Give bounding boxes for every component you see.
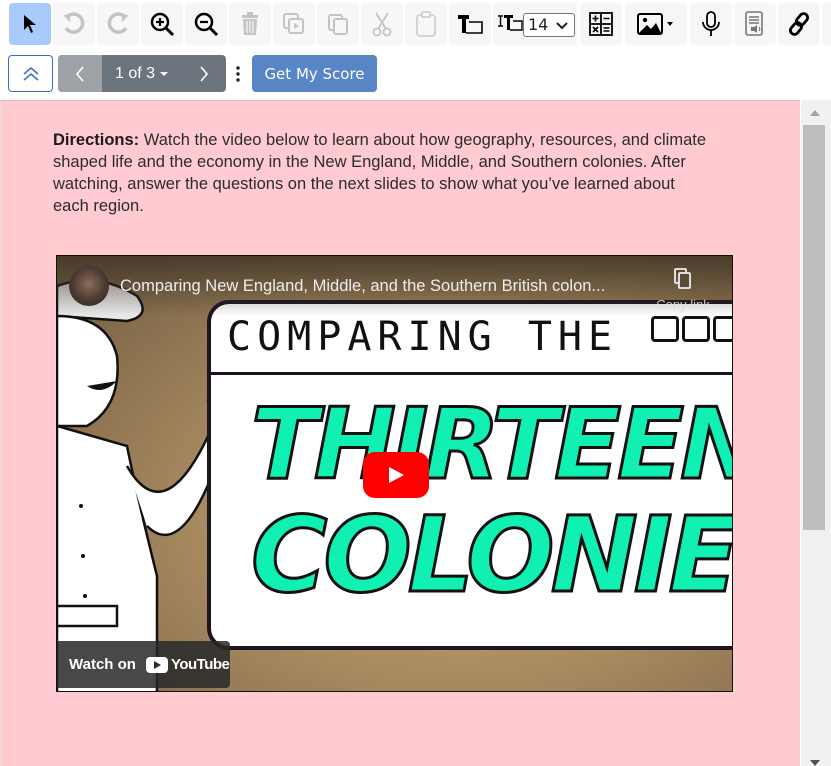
directions-text: Directions: Watch the video below to lea… bbox=[53, 129, 713, 217]
scissors-icon bbox=[372, 12, 392, 37]
channel-avatar[interactable] bbox=[69, 266, 109, 306]
collapse-toolbar-button[interactable] bbox=[8, 55, 53, 92]
triangle-down-icon bbox=[810, 760, 820, 766]
microphone-icon bbox=[702, 11, 720, 36]
watch-on-youtube-button[interactable]: Watch on YouTube bbox=[57, 641, 230, 688]
slide-content: Directions: Watch the video below to lea… bbox=[0, 100, 800, 766]
caret-down-icon bbox=[160, 71, 169, 76]
slide-pager: 1 of 3 bbox=[58, 55, 226, 92]
triangle-up-icon bbox=[810, 110, 820, 116]
copy-icon bbox=[328, 14, 348, 35]
toolbar: 14 bbox=[0, 0, 831, 48]
undo-button[interactable] bbox=[53, 3, 95, 45]
link-icon bbox=[788, 12, 810, 36]
double-chevron-up-icon bbox=[22, 66, 39, 81]
zoom-out-icon bbox=[194, 12, 219, 37]
font-size-value: 14 bbox=[528, 15, 549, 34]
more-options-button[interactable] bbox=[232, 62, 244, 86]
youtube-wordmark: YouTube bbox=[170, 656, 230, 673]
youtube-logo: YouTube bbox=[145, 656, 230, 673]
slide-selector-dropdown[interactable]: 1 of 3 bbox=[102, 55, 182, 92]
document-speaker-icon bbox=[745, 11, 763, 36]
chevron-down-icon bbox=[556, 22, 568, 30]
math-operators-icon bbox=[589, 12, 613, 36]
previous-slide-button[interactable] bbox=[58, 55, 102, 92]
navigation-bar: 1 of 3 Get My Score bbox=[0, 48, 831, 100]
watch-on-label: Watch on bbox=[69, 656, 136, 673]
text-box-button[interactable] bbox=[449, 3, 491, 45]
thumbnail-title-line1: THIRTEEN bbox=[249, 387, 733, 504]
redo-icon bbox=[107, 12, 129, 34]
paste-button[interactable] bbox=[405, 3, 447, 45]
next-slide-button[interactable] bbox=[182, 55, 226, 92]
record-audio-button[interactable] bbox=[690, 3, 732, 45]
youtube-video-embed[interactable]: COMPARING THE THIRTEEN COLONIES Comparin… bbox=[56, 255, 733, 692]
text-box-icon bbox=[458, 15, 483, 34]
more-tools-button[interactable] bbox=[822, 3, 831, 45]
thumbnail-window-buttons bbox=[651, 316, 732, 342]
directions-body: Watch the video below to learn about how… bbox=[53, 131, 707, 215]
copy-link-label: Copy link bbox=[656, 297, 710, 312]
thumbnail-heading: COMPARING THE bbox=[227, 314, 619, 360]
play-button[interactable] bbox=[363, 452, 429, 498]
cartoon-presenter-illustration bbox=[57, 279, 227, 691]
font-size-select[interactable]: 14 bbox=[523, 13, 575, 37]
cut-button[interactable] bbox=[361, 3, 403, 45]
youtube-play-icon bbox=[145, 656, 168, 673]
font-size-group: 14 bbox=[493, 3, 577, 45]
scroll-up-button[interactable] bbox=[801, 102, 829, 124]
delete-button[interactable] bbox=[229, 3, 271, 45]
pointer-icon bbox=[24, 15, 36, 33]
image-icon bbox=[637, 13, 673, 35]
get-my-score-button[interactable]: Get My Score bbox=[252, 55, 377, 92]
trash-icon bbox=[242, 12, 258, 35]
vertical-scrollbar[interactable] bbox=[801, 100, 831, 766]
zoom-out-button[interactable] bbox=[185, 3, 227, 45]
video-thumbnail-panel: COMPARING THE THIRTEEN COLONIES bbox=[207, 300, 733, 650]
copy-icon bbox=[674, 268, 691, 289]
scroll-down-button[interactable] bbox=[801, 752, 829, 766]
copy-link-button[interactable]: Copy link bbox=[653, 268, 713, 312]
scrollbar-thumb[interactable] bbox=[803, 125, 825, 530]
text-to-speech-button[interactable] bbox=[734, 3, 776, 45]
vertical-ellipsis-icon bbox=[236, 66, 240, 82]
zoom-in-button[interactable] bbox=[141, 3, 183, 45]
insert-link-button[interactable] bbox=[778, 3, 820, 45]
chevron-right-icon bbox=[200, 65, 209, 82]
clipboard-icon bbox=[416, 11, 436, 37]
slide-position-label: 1 of 3 bbox=[114, 64, 156, 82]
chevron-left-icon bbox=[75, 65, 84, 82]
redo-button[interactable] bbox=[97, 3, 139, 45]
font-size-text-icon bbox=[498, 15, 523, 31]
play-icon bbox=[389, 467, 404, 483]
copy-button[interactable] bbox=[317, 3, 359, 45]
equation-button[interactable] bbox=[580, 3, 622, 45]
directions-label: Directions: bbox=[53, 131, 140, 149]
duplicate-button[interactable] bbox=[273, 3, 315, 45]
video-title[interactable]: Comparing New England, Middle, and the S… bbox=[120, 277, 605, 296]
zoom-in-icon bbox=[150, 12, 175, 37]
undo-icon bbox=[63, 12, 85, 34]
thumbnail-title-line2: COLONIES bbox=[249, 493, 733, 618]
select-tool-button[interactable] bbox=[9, 3, 51, 45]
insert-image-button[interactable] bbox=[625, 3, 687, 45]
duplicate-icon bbox=[283, 13, 304, 34]
